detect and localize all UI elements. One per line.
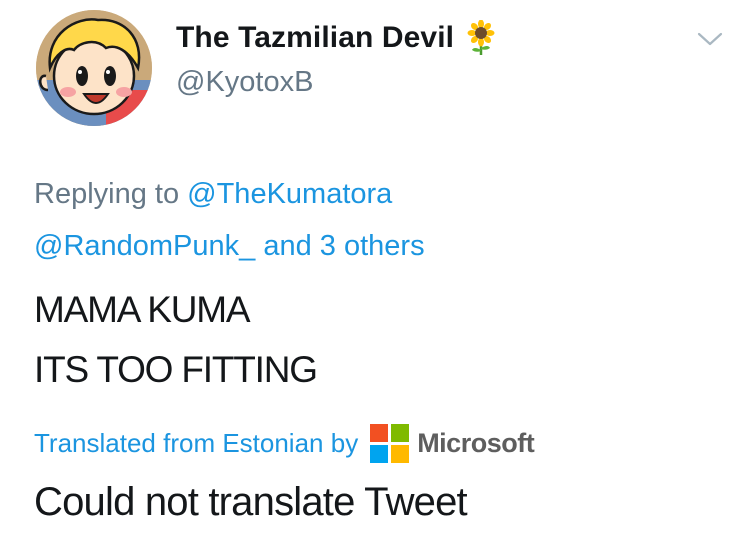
translation-result: Could not translate Tweet [34, 480, 468, 524]
translation-provider: Microsoft [417, 428, 535, 458]
mention-randompunk[interactable]: @RandomPunk_ [34, 230, 255, 262]
translation-attribution: Translated from Estonian by Microsoft [34, 424, 535, 463]
reply-prefix: Replying to [34, 178, 180, 210]
tweet-line: MAMA KUMA [34, 289, 251, 330]
user-handle[interactable]: @KyotoxB [176, 66, 313, 99]
avatar-image [36, 10, 152, 126]
chevron-down-icon[interactable] [696, 30, 724, 48]
tweet-line: ITS TOO FITTING [34, 349, 318, 390]
tweet-text: MAMA KUMA ITS TOO FITTING [34, 280, 318, 400]
display-name[interactable]: The Tazmilian Devil [176, 21, 454, 55]
microsoft-logo-icon [370, 424, 410, 463]
name-row: The Tazmilian Devil [176, 20, 496, 56]
reply-context: Replying to @TheKumatora @RandomPunk_ an… [34, 168, 724, 272]
mention-thekumatora[interactable]: @TheKumatora [187, 178, 392, 210]
avatar[interactable] [36, 10, 152, 126]
reply-others-link[interactable]: and 3 others [263, 230, 424, 262]
translation-label[interactable]: Translated from Estonian by [34, 428, 358, 459]
sunflower-icon [467, 20, 495, 55]
